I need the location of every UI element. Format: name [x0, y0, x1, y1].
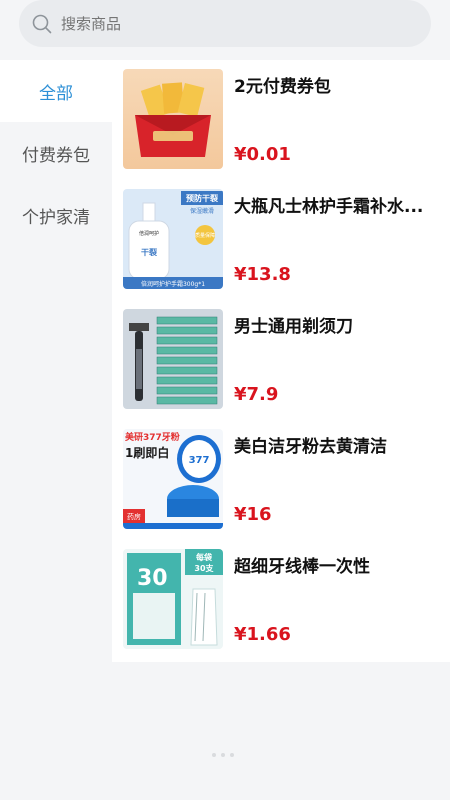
product-price: ¥7.9 — [234, 384, 279, 405]
image-big-number: 30 — [137, 566, 168, 591]
list-item[interactable]: 预防干裂 保湿嫩滑 倍润呵护 干裂 质量保障 倍润呵护护手霜300g*1 大瓶凡… — [112, 180, 450, 290]
image-377: 377 — [189, 455, 210, 466]
sidebar-item-label: 全部 — [39, 83, 73, 104]
image-headline: 美研377牙粉 — [125, 431, 180, 443]
image-text-top: 预防干裂 — [186, 193, 218, 203]
image-tag: 干裂 — [141, 247, 157, 257]
product-price: ¥1.66 — [234, 624, 291, 645]
coupon-pack-image — [123, 69, 223, 169]
hand-cream-image: 预防干裂 保湿嫩滑 倍润呵护 干裂 质量保障 倍润呵护护手霜300g*1 — [123, 189, 223, 289]
list-item[interactable]: 男士通用剃须刀 ¥7.9 — [112, 300, 450, 410]
search-icon — [32, 14, 52, 33]
image-caption: 倍润呵护护手霜300g*1 — [141, 280, 205, 288]
sidebar-item-personal-care[interactable]: 个护家清 — [0, 184, 112, 246]
razor-image — [123, 309, 223, 409]
floss-image: 30 每袋 30支 — [123, 549, 223, 649]
search-box[interactable] — [19, 0, 431, 47]
image-badge: 质量保障 — [195, 232, 215, 239]
image-bag: 每袋 — [196, 552, 213, 562]
list-item[interactable]: 2元付费券包 ¥0.01 — [112, 60, 450, 170]
product-price: ¥13.8 — [234, 264, 291, 285]
image-count: 30支 — [194, 563, 214, 573]
product-name: 大瓶凡士林护手霜补水... — [234, 197, 424, 217]
product-name: 2元付费券包 — [234, 77, 331, 97]
image-brand: 倍润呵护 — [139, 230, 159, 237]
sidebar-item-paid-coupons[interactable]: 付费券包 — [0, 122, 112, 184]
page-dot — [212, 753, 216, 757]
sidebar-item-all[interactable]: 全部 — [0, 60, 112, 122]
image-corner: 药房 — [127, 512, 141, 521]
page-indicator — [212, 753, 234, 757]
product-price: ¥16 — [234, 504, 272, 525]
product-price: ¥0.01 — [234, 144, 291, 165]
list-item[interactable]: 美研377牙粉 1刷即白 377 药房 美白洁牙粉去黄清洁 ¥16 — [112, 420, 450, 530]
sidebar-item-label: 个护家清 — [22, 207, 90, 228]
search-bar — [0, 0, 450, 60]
search-input[interactable] — [61, 14, 361, 33]
product-list: 2元付费券包 ¥0.01 预防干裂 保湿嫩滑 倍润呵护 干裂 质量保障 倍润呵护… — [112, 60, 450, 662]
product-name: 男士通用剃须刀 — [234, 317, 353, 337]
list-item[interactable]: 30 每袋 30支 超细牙线棒一次性 ¥1.66 — [112, 540, 450, 650]
product-name: 美白洁牙粉去黄清洁 — [234, 437, 387, 457]
image-slogan: 1刷即白 — [125, 445, 169, 460]
image-text-sub: 保湿嫩滑 — [190, 207, 214, 215]
page-dot — [230, 753, 234, 757]
category-sidebar: 全部 付费券包 个护家清 — [0, 60, 112, 800]
sidebar-item-label: 付费券包 — [22, 145, 90, 166]
tooth-powder-image: 美研377牙粉 1刷即白 377 药房 — [123, 429, 223, 529]
page-dot — [221, 753, 225, 757]
product-name: 超细牙线棒一次性 — [234, 557, 370, 577]
